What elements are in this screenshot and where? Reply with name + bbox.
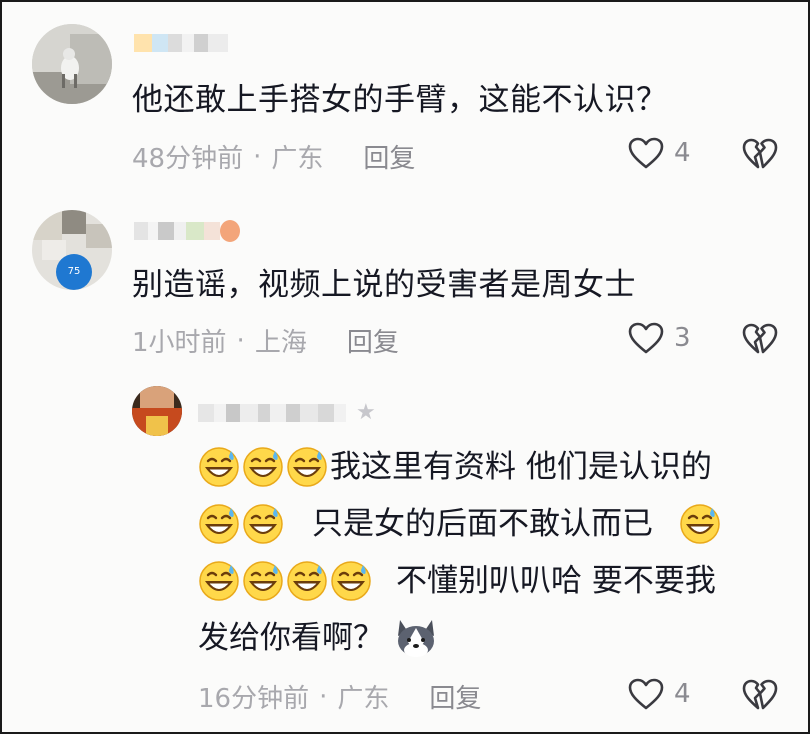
meta-separator: · — [236, 325, 245, 356]
meta-separator: · — [253, 141, 262, 172]
reply-text-line: 只是女的后面不敢认而已 — [198, 502, 723, 546]
broken-heart-icon[interactable] — [742, 138, 778, 170]
grinning-sweat-emoji-icon — [198, 446, 240, 488]
comment-location: 广东 — [337, 684, 390, 714]
reply-text: 我这里有资料 他们是认识的 — [330, 449, 712, 485]
like-button[interactable]: 4 — [628, 137, 691, 169]
grinning-sweat-emoji-icon — [242, 446, 284, 488]
reply-button[interactable]: 回复 — [429, 678, 481, 715]
comment-time: 1小时前 — [132, 328, 227, 358]
avatar-photo-icon — [32, 24, 112, 104]
comment-time: 48分钟前 — [132, 144, 244, 174]
avatar-badge-text: 75 — [68, 266, 81, 277]
avatar[interactable] — [132, 386, 182, 436]
like-count: 3 — [674, 323, 691, 353]
avatar-photo-icon — [132, 386, 182, 436]
reply-button[interactable]: 回复 — [363, 138, 415, 175]
reply-button[interactable]: 回复 — [347, 322, 399, 359]
grinning-sweat-emoji-icon — [286, 446, 328, 488]
comment-meta: 16分钟前 · 广东 回复 — [198, 678, 481, 715]
grinning-sweat-emoji-icon — [286, 560, 328, 602]
grinning-sweat-emoji-icon — [679, 503, 721, 545]
like-button[interactable]: 4 — [628, 678, 691, 710]
grinning-sweat-emoji-icon — [198, 560, 240, 602]
avatar[interactable]: 75 — [32, 210, 112, 290]
broken-heart-icon[interactable] — [742, 323, 778, 355]
reply-text: 不懂别叭叭哈 要不要我 — [396, 563, 716, 599]
peach-icon — [220, 220, 240, 242]
avatar[interactable] — [32, 24, 112, 104]
like-count: 4 — [674, 138, 691, 168]
reply-text: 只是女的后面不敢认而已 — [312, 506, 653, 542]
husky-face-sticker-icon — [398, 620, 434, 657]
comment-meta: 1小时前 · 上海 回复 — [132, 322, 399, 359]
username-blurred[interactable] — [134, 34, 228, 52]
meta-separator: · — [319, 681, 328, 712]
reply-text-line: 我这里有资料 他们是认识的 — [198, 445, 712, 489]
comment-meta: 48分钟前 · 广东 回复 — [132, 138, 415, 175]
comment-location: 广东 — [271, 144, 324, 174]
reply-text-line: 发给你看啊？ — [198, 616, 438, 660]
grinning-sweat-emoji-icon — [198, 503, 240, 545]
reply-text-line: 不懂别叭叭哈 要不要我 — [198, 559, 716, 603]
comment-time: 16分钟前 — [198, 684, 310, 714]
reply-text: 发给你看啊？ — [198, 620, 384, 656]
heart-outline-icon — [628, 137, 664, 169]
broken-heart-icon[interactable] — [742, 679, 778, 711]
like-button[interactable]: 3 — [628, 322, 691, 354]
comment-text: 他还敢上手搭女的手臂，这能不认识？ — [132, 82, 668, 118]
avatar-photo-icon: 75 — [32, 210, 112, 290]
comment-location: 上海 — [254, 328, 307, 358]
comment-panel: 他还敢上手搭女的手臂，这能不认识？ 48分钟前 · 广东 回复 4 75 别造谣… — [0, 0, 810, 734]
grinning-sweat-emoji-icon — [330, 560, 372, 602]
like-count: 4 — [674, 679, 691, 709]
grinning-sweat-emoji-icon — [242, 560, 284, 602]
username-blurred[interactable]: ★ — [198, 400, 376, 425]
comment-text: 别造谣，视频上说的受害者是周女士 — [132, 267, 636, 303]
username-blurred[interactable] — [134, 220, 240, 242]
heart-outline-icon — [628, 678, 664, 710]
heart-outline-icon — [628, 322, 664, 354]
grinning-sweat-emoji-icon — [242, 503, 284, 545]
star-icon: ★ — [356, 400, 376, 425]
